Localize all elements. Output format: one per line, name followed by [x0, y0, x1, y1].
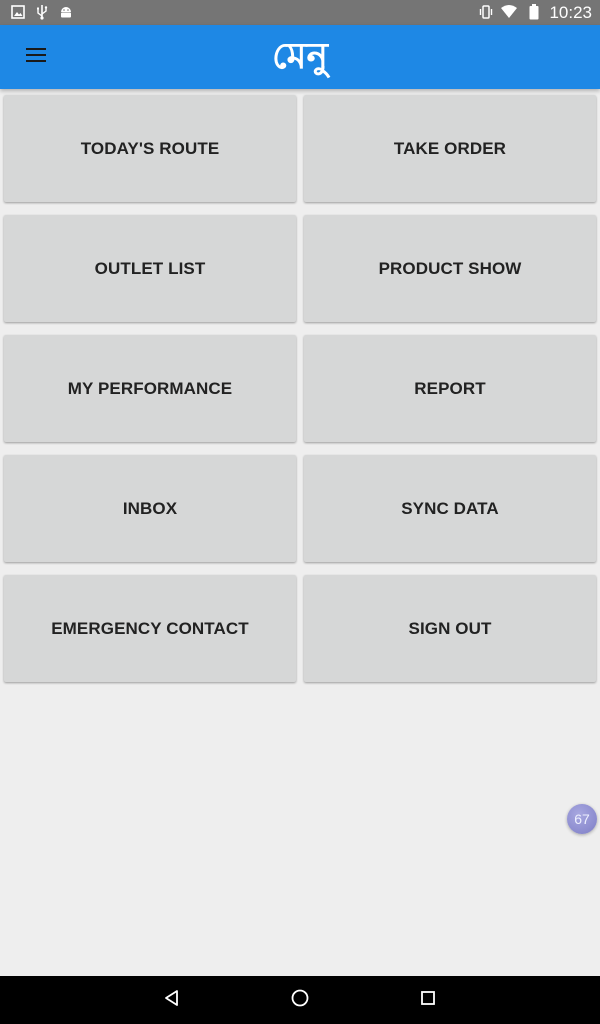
nav-back-button[interactable]	[142, 976, 202, 1024]
status-time: 10:23	[549, 3, 592, 22]
page-title: মেনু	[271, 36, 329, 77]
emergency-contact-button[interactable]: EMERGENCY CONTACT	[4, 575, 296, 682]
recents-icon	[420, 990, 436, 1011]
floating-count-badge[interactable]: 67	[567, 804, 597, 834]
report-button[interactable]: REPORT	[304, 335, 596, 442]
home-icon	[290, 988, 310, 1013]
my-performance-button[interactable]: MY PERFORMANCE	[4, 335, 296, 442]
todays-route-button[interactable]: TODAY'S ROUTE	[4, 95, 296, 202]
android-icon	[58, 4, 74, 20]
hamburger-menu-button[interactable]	[12, 37, 60, 77]
sync-data-button[interactable]: SYNC DATA	[304, 455, 596, 562]
product-show-button[interactable]: PRODUCT SHOW	[304, 215, 596, 322]
usb-icon	[34, 4, 50, 20]
outlet-list-button[interactable]: OUTLET LIST	[4, 215, 296, 322]
app-bar: মেনু	[0, 25, 600, 89]
battery-icon	[526, 4, 542, 20]
hamburger-menu-icon	[26, 47, 46, 67]
wifi-icon	[501, 4, 517, 20]
nav-home-button[interactable]	[270, 976, 330, 1024]
nav-recents-button[interactable]	[398, 976, 458, 1024]
system-nav-bar	[0, 976, 600, 1024]
sign-out-button[interactable]: SIGN OUT	[304, 575, 596, 682]
back-icon	[163, 989, 181, 1012]
inbox-button[interactable]: INBOX	[4, 455, 296, 562]
image-icon	[10, 4, 26, 20]
take-order-button[interactable]: TAKE ORDER	[304, 95, 596, 202]
status-bar: 10:23	[0, 0, 600, 25]
vibrate-icon	[478, 4, 494, 20]
